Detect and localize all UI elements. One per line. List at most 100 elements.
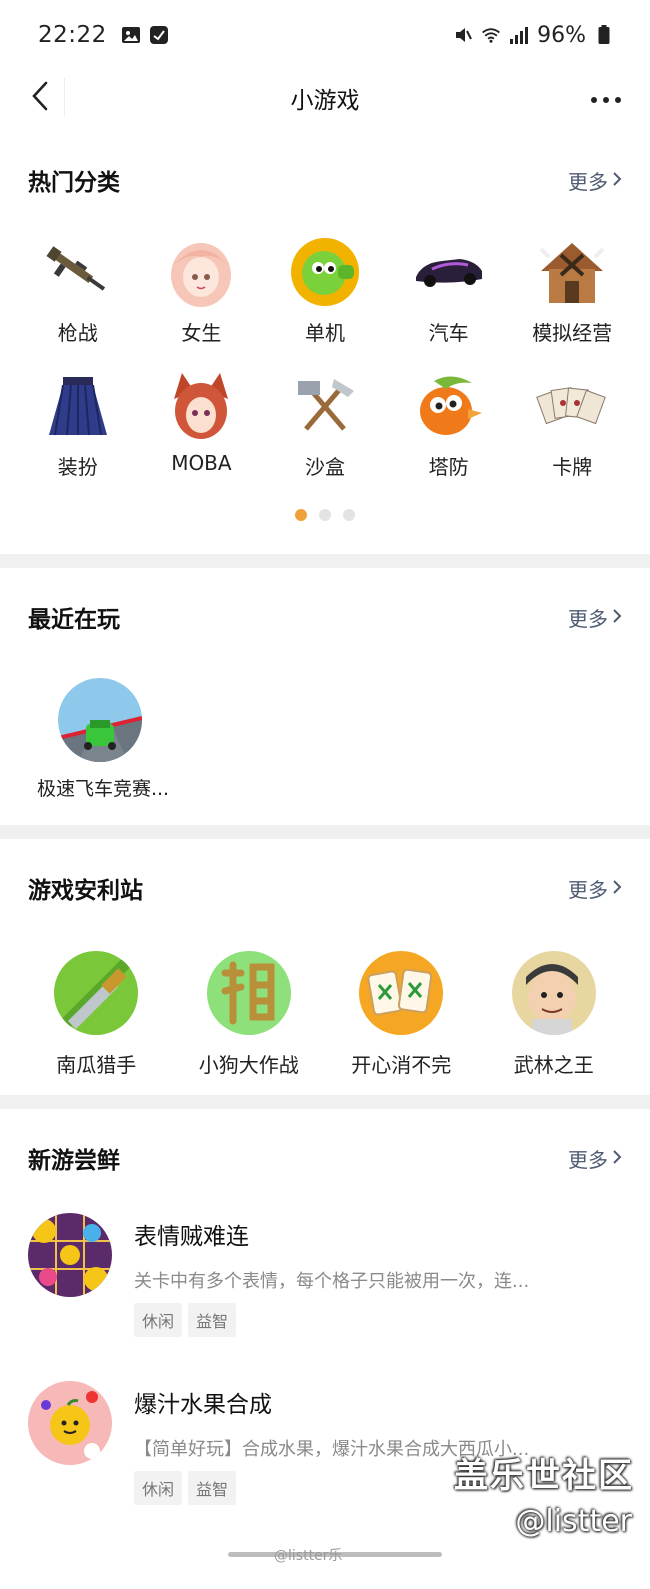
warrior-icon xyxy=(511,951,596,1035)
new-game-title: 爆汁水果合成 xyxy=(134,1392,272,1418)
chevron-right-icon xyxy=(612,1146,622,1170)
chevron-right-icon xyxy=(612,168,622,192)
pager-dot-2[interactable] xyxy=(319,509,331,521)
category-label: 女生 xyxy=(181,321,222,345)
status-bar: 22:22 96% xyxy=(0,0,650,70)
page-title: 小游戏 xyxy=(290,88,360,114)
nav-divider xyxy=(64,78,65,116)
app-notification-icon xyxy=(149,25,169,45)
promo-section: 游戏安利站 更多 南瓜猎手 小狗大作战 开心消不完 武林之王 xyxy=(0,839,650,1095)
hot-categories-more-link[interactable]: 更多 xyxy=(568,166,622,195)
hut-icon xyxy=(535,235,609,309)
new-game-title: 表情贼难连 xyxy=(134,1224,249,1250)
chevron-right-icon xyxy=(612,605,622,629)
promo-item-wulin-zhiwang[interactable]: 武林之王 xyxy=(478,951,631,1078)
chevron-right-icon xyxy=(612,876,622,900)
section-divider xyxy=(0,1095,650,1109)
more-options-button[interactable] xyxy=(584,78,628,118)
gallery-icon xyxy=(121,25,141,45)
category-label: 卡牌 xyxy=(552,455,593,479)
rifle-icon xyxy=(41,235,115,309)
tag: 益智 xyxy=(188,1303,237,1337)
recent-header: 最近在玩 更多 xyxy=(28,600,622,634)
recent-more-link[interactable]: 更多 xyxy=(568,603,622,632)
back-button[interactable] xyxy=(20,78,60,118)
category-item-moba[interactable]: MOBA xyxy=(140,369,264,503)
battery-percent: 96% xyxy=(537,22,586,48)
recent-section: 最近在玩 更多 极速飞车竞赛... xyxy=(0,568,650,825)
category-label: 模拟经营 xyxy=(532,321,613,345)
signal-icon xyxy=(509,25,529,45)
mahjong-tile-icon xyxy=(359,951,444,1035)
promo-label: 开心消不完 xyxy=(351,1053,452,1077)
tag: 休闲 xyxy=(134,1303,183,1337)
category-item-qiangzhan[interactable]: 枪战 xyxy=(16,235,140,369)
watermark-brand: 盖乐世社区 xyxy=(454,1456,634,1496)
peashooter-icon xyxy=(288,235,362,309)
category-item-danji[interactable]: 单机 xyxy=(263,235,387,369)
section-title-hot-categories: 热门分类 xyxy=(28,170,120,196)
more-link-label: 更多 xyxy=(568,606,608,631)
emoji-grid-icon xyxy=(28,1213,112,1297)
category-label: 枪战 xyxy=(57,321,98,345)
new-games-more-link[interactable]: 更多 xyxy=(568,1144,622,1173)
category-item-moni-jingying[interactable]: 模拟经营 xyxy=(510,235,634,369)
section-divider xyxy=(0,554,650,568)
skirt-icon xyxy=(41,369,115,443)
promo-header: 游戏安利站 更多 xyxy=(28,871,622,905)
watermark-small: @listter乐 xyxy=(274,1548,343,1564)
section-title-promo: 游戏安利站 xyxy=(28,878,143,904)
category-item-nvsheng[interactable]: 女生 xyxy=(140,235,264,369)
promo-item-nangua-lieshou[interactable]: 南瓜猎手 xyxy=(20,951,173,1078)
wifi-icon xyxy=(481,25,501,45)
tag: 益智 xyxy=(188,1471,237,1505)
race-car-icon xyxy=(412,235,486,309)
recent-game-item[interactable]: 极速飞车竞赛... xyxy=(28,678,178,801)
category-label: 汽车 xyxy=(428,321,469,345)
category-grid: 枪战 女生 单机 汽车 模拟经营 装扮 MOBA 沙盒 塔防 卡牌 xyxy=(16,235,634,503)
chevron-left-icon xyxy=(31,81,49,115)
new-game-item[interactable]: 表情贼难连 关卡中有多个表情，每个格子只能被用一次，连... 休闲 益智 xyxy=(28,1213,622,1337)
recent-game-label: 极速飞车竞赛... xyxy=(36,778,170,800)
section-divider xyxy=(0,825,650,839)
status-time: 22:22 xyxy=(38,22,107,48)
hot-categories-header: 热门分类 更多 xyxy=(28,163,622,197)
green-car-track-icon xyxy=(58,678,142,762)
new-game-desc: 关卡中有多个表情，每个格子只能被用一次，连... xyxy=(134,1271,530,1292)
nav-bar: 小游戏 xyxy=(0,70,650,126)
category-item-shahe[interactable]: 沙盒 xyxy=(263,369,387,503)
category-item-kapai[interactable]: 卡牌 xyxy=(510,369,634,503)
sword-icon xyxy=(54,951,139,1035)
tag: 休闲 xyxy=(134,1471,183,1505)
promo-label: 南瓜猎手 xyxy=(56,1053,137,1077)
category-item-zhuangban[interactable]: 装扮 xyxy=(16,369,140,503)
category-label: 塔防 xyxy=(428,455,469,479)
category-item-qiche[interactable]: 汽车 xyxy=(387,235,511,369)
battery-icon xyxy=(594,25,614,45)
more-link-label: 更多 xyxy=(568,169,608,194)
category-label: MOBA xyxy=(171,451,232,475)
more-link-label: 更多 xyxy=(568,1147,608,1172)
hammer-pickaxe-icon xyxy=(288,369,362,443)
hot-categories-section: 热门分类 更多 枪战 女生 单机 汽车 模拟经营 装扮 MOBA 沙盒 塔防 卡… xyxy=(0,126,650,554)
pager-dot-1[interactable] xyxy=(295,509,307,521)
category-pager xyxy=(28,509,622,521)
section-title-new-games: 新游尝鲜 xyxy=(28,1148,120,1174)
mute-vibrate-icon xyxy=(453,25,473,45)
section-title-recent: 最近在玩 xyxy=(28,607,120,633)
promo-item-kaixin-xiaobuwan[interactable]: 开心消不完 xyxy=(325,951,478,1078)
promo-grid: 南瓜猎手 小狗大作战 开心消不完 武林之王 xyxy=(20,951,630,1078)
category-item-tafang[interactable]: 塔防 xyxy=(387,369,511,503)
cards-icon xyxy=(535,369,609,443)
watermark-handle: @listter xyxy=(515,1504,632,1539)
bird-icon xyxy=(412,369,486,443)
promo-more-link[interactable]: 更多 xyxy=(568,874,622,903)
pager-dot-3[interactable] xyxy=(343,509,355,521)
dog-glyph-icon xyxy=(206,951,291,1035)
fox-heroine-icon xyxy=(164,369,238,443)
anime-girl-icon xyxy=(164,235,238,309)
category-label: 装扮 xyxy=(57,455,98,479)
promo-item-xiaogou-dazuozhan[interactable]: 小狗大作战 xyxy=(173,951,326,1078)
promo-label: 武林之王 xyxy=(513,1053,594,1077)
new-games-header: 新游尝鲜 更多 xyxy=(28,1141,622,1175)
